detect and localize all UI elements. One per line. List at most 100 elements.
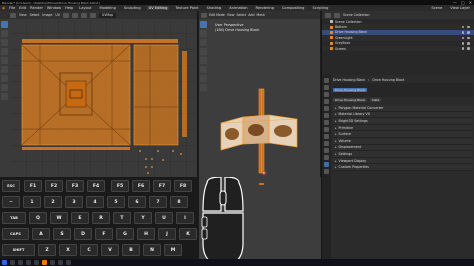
- eye-icon[interactable]: [461, 31, 465, 34]
- panel-settings[interactable]: ▸ Settings: [333, 151, 473, 158]
- data-link-dropdown[interactable]: Data: [370, 97, 382, 103]
- mouse-overlay: [199, 177, 321, 266]
- tab-scripting[interactable]: Scripting: [310, 6, 330, 10]
- material-tab-icon[interactable]: [324, 162, 329, 167]
- editor-type-icon[interactable]: [325, 12, 331, 18]
- scene-selector[interactable]: Scene: [431, 6, 442, 10]
- world-tab-icon[interactable]: [324, 113, 329, 118]
- chevron-right-icon: ▸: [335, 118, 337, 123]
- app-icon[interactable]: [66, 260, 71, 265]
- tab-shading[interactable]: Shading: [205, 6, 224, 10]
- panel-custom-properties[interactable]: ▸ Custom Properties: [333, 164, 473, 171]
- properties-editor[interactable]: Drive Housing Black › Drive Housing Blac…: [321, 75, 474, 266]
- material-slot-item[interactable]: Drive Housing Black: [333, 87, 368, 93]
- physics-tab-icon[interactable]: [324, 141, 329, 146]
- modifier-tab-icon[interactable]: [324, 127, 329, 132]
- key-v: V: [101, 244, 119, 256]
- tab-compositing[interactable]: Compositing: [280, 6, 307, 10]
- key-x: X: [59, 244, 77, 256]
- explorer-icon[interactable]: [26, 260, 31, 265]
- camera-icon[interactable]: [467, 31, 470, 34]
- tool-tab-icon[interactable]: [324, 78, 329, 83]
- outliner-title: Scene Collection: [343, 13, 370, 17]
- object-tab-icon[interactable]: [324, 120, 329, 125]
- camera-icon[interactable]: [467, 25, 470, 29]
- key-f2: F2: [45, 180, 63, 192]
- uv-editor[interactable]: View Select Image UV UVMap: [0, 11, 198, 177]
- tab-texture-paint[interactable]: Texture Paint: [173, 6, 200, 10]
- material-slot-list[interactable]: Drive Housing Black: [333, 83, 473, 97]
- blender-logo-icon[interactable]: ◉: [2, 6, 5, 10]
- 3d-viewport[interactable]: Edit Mode View Select Add Mesh User Pers…: [199, 11, 320, 177]
- panel-bright3d-settings[interactable]: ▸ Bright3D Settings: [333, 118, 473, 125]
- panel-viewport-display[interactable]: ▸ Viewport Display: [333, 157, 473, 165]
- menu-edit[interactable]: Edit: [19, 6, 26, 10]
- key-q: Q: [29, 212, 47, 224]
- mesh-icon: [330, 30, 333, 34]
- tab-modeling[interactable]: Modeling: [98, 6, 118, 10]
- chevron-right-icon: ▸: [335, 165, 337, 170]
- output-tab-icon[interactable]: [324, 92, 329, 97]
- eye-icon[interactable]: [461, 41, 465, 45]
- key-f4: F4: [87, 180, 105, 192]
- render-tab-icon[interactable]: [324, 85, 329, 90]
- menu-help[interactable]: Help: [65, 6, 73, 10]
- browser-icon[interactable]: [34, 260, 39, 265]
- eye-icon[interactable]: [461, 25, 465, 29]
- chevron-right-icon: ▸: [335, 125, 337, 130]
- tab-uv-editing[interactable]: UV Editing: [146, 6, 170, 10]
- camera-icon[interactable]: [467, 36, 470, 40]
- outliner[interactable]: Scene Collection Scene Collection Bottom…: [321, 11, 474, 75]
- key-k: K: [179, 228, 197, 240]
- camera-icon[interactable]: [467, 47, 470, 50]
- tab-layout[interactable]: Layout: [77, 6, 93, 10]
- material-datablock-field[interactable]: Drive Housing Black: [333, 97, 368, 103]
- menu-window[interactable]: Window: [47, 6, 61, 10]
- eye-icon[interactable]: [461, 36, 465, 40]
- app-icon[interactable]: [50, 260, 55, 265]
- eye-icon[interactable]: [461, 47, 465, 50]
- key-esc: ESC: [2, 180, 20, 192]
- view-layer-tab-icon[interactable]: [324, 99, 329, 104]
- outliner-row[interactable]: Screen: [322, 45, 474, 52]
- data-tab-icon[interactable]: [324, 155, 329, 160]
- texture-tab-icon[interactable]: [324, 169, 329, 174]
- filter-icon[interactable]: [334, 12, 340, 18]
- panel-surface[interactable]: ▸ Surface: [333, 131, 473, 138]
- panel-preview[interactable]: ▸ Primitive: [333, 124, 473, 132]
- tab-animation[interactable]: Animation: [227, 6, 249, 10]
- key-1: 1: [23, 196, 41, 208]
- outliner-header: Scene Collection: [322, 11, 474, 19]
- panel-displacement[interactable]: ▸ Displacement: [333, 144, 473, 152]
- tab-rendering[interactable]: Rendering: [254, 6, 276, 10]
- start-icon[interactable]: [2, 260, 7, 265]
- key-g: G: [116, 228, 134, 240]
- view-layer-selector[interactable]: View Layer: [450, 6, 470, 10]
- app-icon[interactable]: [58, 260, 63, 265]
- panel-volume[interactable]: ▸ Volume: [333, 137, 473, 145]
- menu-render[interactable]: Render: [30, 6, 43, 10]
- uv-islands[interactable]: [0, 11, 198, 177]
- tab-sculpting[interactable]: Sculpting: [122, 6, 143, 10]
- key-f8: F8: [174, 180, 192, 192]
- collection-icon: [330, 20, 333, 24]
- camera-icon[interactable]: [467, 41, 470, 45]
- blender-taskbar-icon[interactable]: [42, 260, 47, 265]
- search-icon[interactable]: [10, 260, 15, 265]
- panel-polygon-material-converter[interactable]: ▸ Polygon Material Converter: [333, 105, 473, 112]
- properties-tabs: [322, 75, 331, 266]
- os-taskbar: [0, 259, 474, 266]
- constraints-tab-icon[interactable]: [324, 148, 329, 153]
- key-z: Z: [38, 244, 56, 256]
- particles-tab-icon[interactable]: [324, 134, 329, 139]
- task-view-icon[interactable]: [18, 260, 23, 265]
- menu-file[interactable]: File: [9, 6, 15, 10]
- key-6: 6: [128, 196, 146, 208]
- key-shift: SHIFT: [2, 244, 35, 256]
- mesh-object[interactable]: [199, 11, 320, 177]
- panel-material-library[interactable]: ▸ Material Library VX: [333, 111, 473, 119]
- key-e: E: [71, 212, 89, 224]
- key-f7: F7: [153, 180, 171, 192]
- scene-tab-icon[interactable]: [324, 106, 329, 111]
- chevron-right-icon: ▸: [335, 145, 337, 150]
